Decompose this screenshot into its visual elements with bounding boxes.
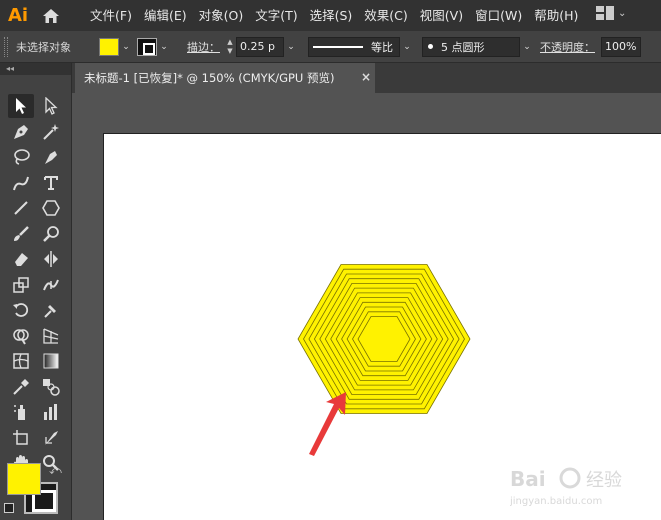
pencil-tool[interactable]: [8, 171, 34, 195]
opacity-label[interactable]: 不透明度：: [540, 39, 595, 55]
default-colors-icon[interactable]: [4, 503, 14, 513]
brush-label: 5 点圆形: [441, 40, 485, 54]
profile-dropdown[interactable]: ⌄: [400, 37, 414, 57]
workspace-switcher[interactable]: ⌄: [596, 6, 626, 20]
document-tab-bar: 未标题-1 [已恢复]* @ 150% (CMYK/GPU 预览) ×: [72, 63, 661, 93]
slice-tool[interactable]: [38, 426, 64, 450]
stroke-weight-dropdown[interactable]: ⌄: [284, 37, 298, 57]
menu-item[interactable]: 选择(S): [304, 0, 359, 31]
fill-color-box[interactable]: [7, 463, 41, 495]
brush-dot-icon: [428, 44, 433, 49]
lasso-tool[interactable]: [8, 145, 34, 169]
stroke-weight-input[interactable]: 0.25 p: [236, 36, 284, 57]
menu-item[interactable]: 对象(O): [193, 0, 250, 31]
menu-item[interactable]: 编辑(E): [138, 0, 193, 31]
app-logo: Ai: [7, 5, 29, 26]
scale-tool[interactable]: [8, 273, 34, 297]
rotate-tool[interactable]: [8, 298, 34, 322]
menu-item[interactable]: 效果(C): [358, 0, 413, 31]
menu-item[interactable]: 窗口(W): [469, 0, 528, 31]
stroke-weight-stepper[interactable]: ▲ ▼: [224, 36, 236, 58]
watermark-brand: Bai: [510, 467, 546, 491]
menu-item[interactable]: 文件(F): [84, 0, 138, 31]
profile-line-icon: [313, 45, 363, 48]
stroke-swatch[interactable]: [137, 37, 157, 56]
fill-swatch[interactable]: [99, 37, 119, 56]
menu-item[interactable]: 文字(T): [249, 0, 303, 31]
magic-wand-tool[interactable]: [38, 120, 64, 144]
menu-bar: Ai 文件(F) 编辑(E) 对象(O) 文字(T) 选择(S) 效果(C) 视图(V) 窗口…: [0, 0, 661, 31]
baidu-watermark: Bai 经验 jingyan.baidu.com: [509, 462, 650, 512]
watermark-brand2: 经验: [586, 470, 622, 491]
stroke-dropdown[interactable]: ⌄: [157, 37, 171, 57]
reflect-tool[interactable]: [38, 247, 64, 271]
home-icon[interactable]: [36, 0, 66, 31]
brush-definition[interactable]: 5 点圆形: [422, 36, 520, 57]
brush-dropdown[interactable]: ⌄: [520, 37, 534, 57]
menu-item[interactable]: 视图(V): [414, 0, 469, 31]
menu-item[interactable]: 帮助(H): [528, 0, 584, 31]
red-arrow-icon: [309, 392, 346, 456]
collapse-toolbar-icon[interactable]: ◂◂: [0, 63, 71, 75]
artboard-tool[interactable]: [8, 426, 34, 450]
curvature-tool[interactable]: [38, 145, 64, 169]
stroke-weight-label[interactable]: 描边：: [187, 39, 220, 55]
direct-selection-tool[interactable]: [38, 94, 64, 118]
symbol-sprayer-tool[interactable]: [8, 400, 34, 424]
workspace-icon: [596, 6, 614, 20]
line-segment-tool[interactable]: [8, 196, 34, 220]
mesh-tool[interactable]: [8, 349, 34, 373]
perspective-grid-tool[interactable]: [38, 324, 64, 348]
close-tab-icon[interactable]: ×: [361, 70, 371, 84]
document-tab-title: 未标题-1 [已恢复]* @ 150% (CMYK/GPU 预览): [84, 71, 335, 85]
document-tab[interactable]: 未标题-1 [已恢复]* @ 150% (CMYK/GPU 预览): [75, 63, 375, 93]
eraser-tool[interactable]: [8, 247, 34, 271]
variable-width-profile[interactable]: 等比: [308, 36, 400, 57]
puppet-warp-tool[interactable]: [38, 298, 64, 322]
selection-status: 未选择对象: [16, 40, 71, 54]
shape-builder-tool[interactable]: [8, 324, 34, 348]
selection-tool[interactable]: [8, 94, 34, 118]
watermark-url: jingyan.baidu.com: [510, 496, 602, 507]
gradient-tool[interactable]: [38, 349, 64, 373]
control-bar: 未选择对象 ⌄ ⌄ 描边： ▲ ▼ 0.25 p ⌄ 等比 ⌄ 5 点圆形 ⌄ 不…: [0, 31, 661, 63]
paintbrush-tool[interactable]: [8, 222, 34, 246]
blend-tool[interactable]: [38, 375, 64, 399]
width-tool[interactable]: [38, 273, 64, 297]
swap-colors-icon[interactable]: ⤺: [49, 463, 62, 478]
menu-items: 文件(F) 编辑(E) 对象(O) 文字(T) 选择(S) 效果(C) 视图(V) 窗口(W)…: [84, 0, 584, 31]
polygon-tool[interactable]: [38, 196, 64, 220]
eyedropper-tool[interactable]: [8, 375, 34, 399]
paw-icon: [559, 467, 581, 489]
pen-tool[interactable]: [8, 120, 34, 144]
tools-panel: ◂◂: [0, 63, 72, 520]
panel-grip[interactable]: [4, 36, 8, 57]
opacity-input[interactable]: 100%: [601, 36, 641, 57]
column-graph-tool[interactable]: [38, 400, 64, 424]
profile-label: 等比: [371, 40, 393, 54]
blob-brush-tool[interactable]: [38, 222, 64, 246]
type-tool[interactable]: [38, 171, 64, 195]
chevron-down-icon: ⌄: [618, 7, 627, 19]
fill-dropdown[interactable]: ⌄: [119, 37, 133, 57]
